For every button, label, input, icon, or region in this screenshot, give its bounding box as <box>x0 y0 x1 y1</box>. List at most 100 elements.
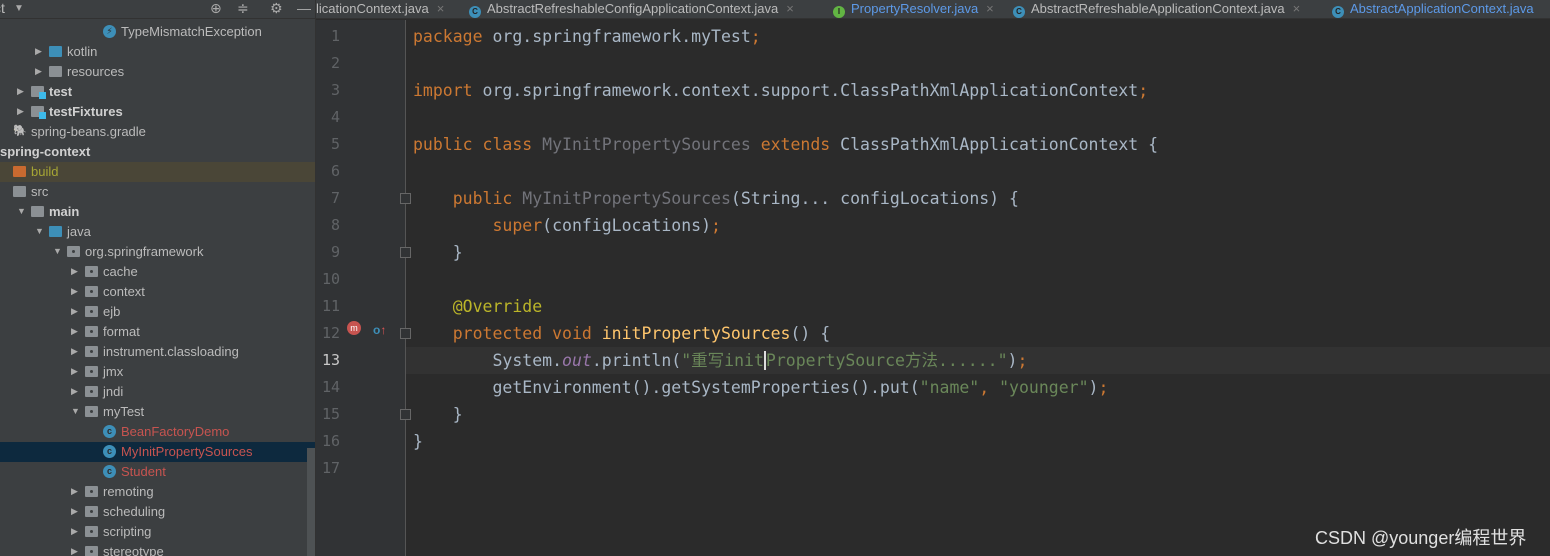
tree-item[interactable]: ▶ resources <box>0 62 315 82</box>
collapsed-arrow-icon[interactable]: ▶ <box>71 506 78 517</box>
collapsed-arrow-icon[interactable]: ▶ <box>35 66 42 77</box>
implements-icon[interactable]: o↑ <box>373 323 386 337</box>
tree-item[interactable]: ▶ format <box>0 322 315 342</box>
code-token: MyInitPropertySources <box>522 189 731 208</box>
editor-tab[interactable]: C AbstractRefreshableConfigApplicationCon… <box>469 1 794 18</box>
gear-icon[interactable]: ⚙ <box>270 0 283 17</box>
folder-icon <box>31 106 46 119</box>
tree-item[interactable]: ▶ cache <box>0 262 315 282</box>
code-line[interactable]: System.out.println("重写init PropertySource… <box>406 347 1550 374</box>
tree-item[interactable]: ▼ org.springframework <box>0 242 315 262</box>
close-tab-icon[interactable]: × <box>437 1 445 16</box>
collapsed-arrow-icon[interactable]: ▶ <box>71 526 78 537</box>
code-line[interactable]: public MyInitPropertySources(String... c… <box>406 185 1550 212</box>
tree-item[interactable]: ▶ stereotype <box>0 542 315 556</box>
line-number: 3 <box>330 81 340 99</box>
tree-item[interactable]: ▶ jndi <box>0 382 315 402</box>
tree-item[interactable]: ▶ ejb <box>0 302 315 322</box>
project-view-selector[interactable]: ct <box>0 0 5 16</box>
tree-item[interactable]: ▶ context <box>0 282 315 302</box>
fold-marker-icon[interactable] <box>400 193 411 204</box>
locate-icon[interactable]: ⊕ <box>210 0 222 17</box>
close-tab-icon[interactable]: × <box>786 1 794 16</box>
expanded-arrow-icon[interactable]: ▼ <box>53 246 62 256</box>
tree-item-label: testFixtures <box>49 104 123 119</box>
collapsed-arrow-icon[interactable]: ▶ <box>71 546 78 556</box>
code-line[interactable]: } <box>406 401 1550 428</box>
tree-item[interactable]: ▼ java <box>0 222 315 242</box>
close-tab-icon[interactable]: × <box>1293 1 1301 16</box>
minimize-icon[interactable]: — <box>297 0 311 16</box>
code-token: , <box>979 378 1000 397</box>
editor-tabs: licationContext.java × C AbstractRefreshabl… <box>316 0 1550 19</box>
editor-tab[interactable]: C AbstractApplicationContext.java <box>1332 1 1534 18</box>
tree-item[interactable]: 🐘 spring-beans.gradle <box>0 122 315 142</box>
collapsed-arrow-icon[interactable]: ▶ <box>71 306 78 317</box>
collapsed-arrow-icon[interactable]: ▶ <box>71 266 78 277</box>
tree-item[interactable]: spring-context <box>0 142 315 162</box>
close-tab-icon[interactable]: × <box>986 1 994 16</box>
code-line[interactable]: package org.springframework.myTest; <box>406 23 1550 50</box>
collapsed-arrow-icon[interactable]: ▶ <box>71 326 78 337</box>
tree-item[interactable]: ▼ myTest <box>0 402 315 422</box>
code-token: (configLocations) <box>542 216 712 235</box>
line-number: 1 <box>330 27 340 45</box>
code-line[interactable] <box>406 266 1550 293</box>
tree-item[interactable]: ▶ scripting <box>0 522 315 542</box>
code-line[interactable]: getEnvironment().getSystemProperties().p… <box>406 374 1550 401</box>
tree-item-label: context <box>103 284 145 299</box>
expanded-arrow-icon[interactable]: ▼ <box>17 206 26 216</box>
code-line[interactable]: protected void initPropertySources() { <box>406 320 1550 347</box>
code-line[interactable]: @Override <box>406 293 1550 320</box>
code-line[interactable]: } <box>406 239 1550 266</box>
tree-item[interactable]: c BeanFactoryDemo <box>0 422 315 442</box>
code-line[interactable] <box>406 455 1550 482</box>
tree-item[interactable]: ▶ instrument.classloading <box>0 342 315 362</box>
editor-tab[interactable]: C AbstractRefreshableApplicationContext.j… <box>1013 1 1300 18</box>
sidebar-scrollbar[interactable] <box>307 448 315 556</box>
expanded-arrow-icon[interactable]: ▼ <box>71 406 80 416</box>
code-line[interactable] <box>406 104 1550 131</box>
collapsed-arrow-icon[interactable]: ▶ <box>71 346 78 357</box>
override-method-icon[interactable]: m <box>347 321 361 335</box>
code-line[interactable]: } <box>406 428 1550 455</box>
package-icon <box>85 506 98 517</box>
editor-tab[interactable]: I PropertyResolver.java × <box>833 1 994 18</box>
fold-marker-icon[interactable] <box>400 247 411 258</box>
tree-item[interactable]: build <box>0 162 315 182</box>
code-line[interactable]: public class MyInitPropertySources exten… <box>406 131 1550 158</box>
code-line[interactable] <box>406 158 1550 185</box>
tree-item[interactable]: ▶ testFixtures <box>0 102 315 122</box>
code-editor[interactable]: package org.springframework.myTest; impor… <box>406 20 1550 556</box>
fold-marker-icon[interactable] <box>400 409 411 420</box>
tree-item[interactable]: ▶ jmx <box>0 362 315 382</box>
code-line[interactable]: super(configLocations); <box>406 212 1550 239</box>
tree-item-label: Student <box>121 464 166 479</box>
collapsed-arrow-icon[interactable]: ▶ <box>71 366 78 377</box>
tree-item[interactable]: ▶ kotlin <box>0 42 315 62</box>
editor-tab[interactable]: licationContext.java × <box>316 1 444 16</box>
tree-item[interactable]: c MyInitPropertySources <box>0 442 315 462</box>
chevron-down-icon[interactable]: ▼ <box>14 3 24 14</box>
collapsed-arrow-icon[interactable]: ▶ <box>71 486 78 497</box>
tree-item[interactable]: src <box>0 182 315 202</box>
tree-item[interactable]: ▶ remoting <box>0 482 315 502</box>
tree-item[interactable]: ▼ main <box>0 202 315 222</box>
tree-item[interactable]: ▶ test <box>0 82 315 102</box>
code-token: ) <box>1088 378 1099 397</box>
collapsed-arrow-icon[interactable]: ▶ <box>35 46 42 57</box>
collapsed-arrow-icon[interactable]: ▶ <box>17 86 24 97</box>
tree-item[interactable]: ⚡ TypeMismatchException <box>0 22 315 42</box>
tree-item[interactable]: c Student <box>0 462 315 482</box>
code-line[interactable]: import org.springframework.context.suppo… <box>406 77 1550 104</box>
collapse-all-icon[interactable]: ≑ <box>237 0 249 17</box>
collapsed-arrow-icon[interactable]: ▶ <box>17 106 24 117</box>
fold-marker-icon[interactable] <box>400 328 411 339</box>
code-token: import <box>413 81 473 100</box>
tree-item[interactable]: ▶ scheduling <box>0 502 315 522</box>
expanded-arrow-icon[interactable]: ▼ <box>35 226 44 236</box>
collapsed-arrow-icon[interactable]: ▶ <box>71 286 78 297</box>
code-line[interactable] <box>406 50 1550 77</box>
collapsed-arrow-icon[interactable]: ▶ <box>71 386 78 397</box>
code-token: "younger" <box>999 378 1089 397</box>
